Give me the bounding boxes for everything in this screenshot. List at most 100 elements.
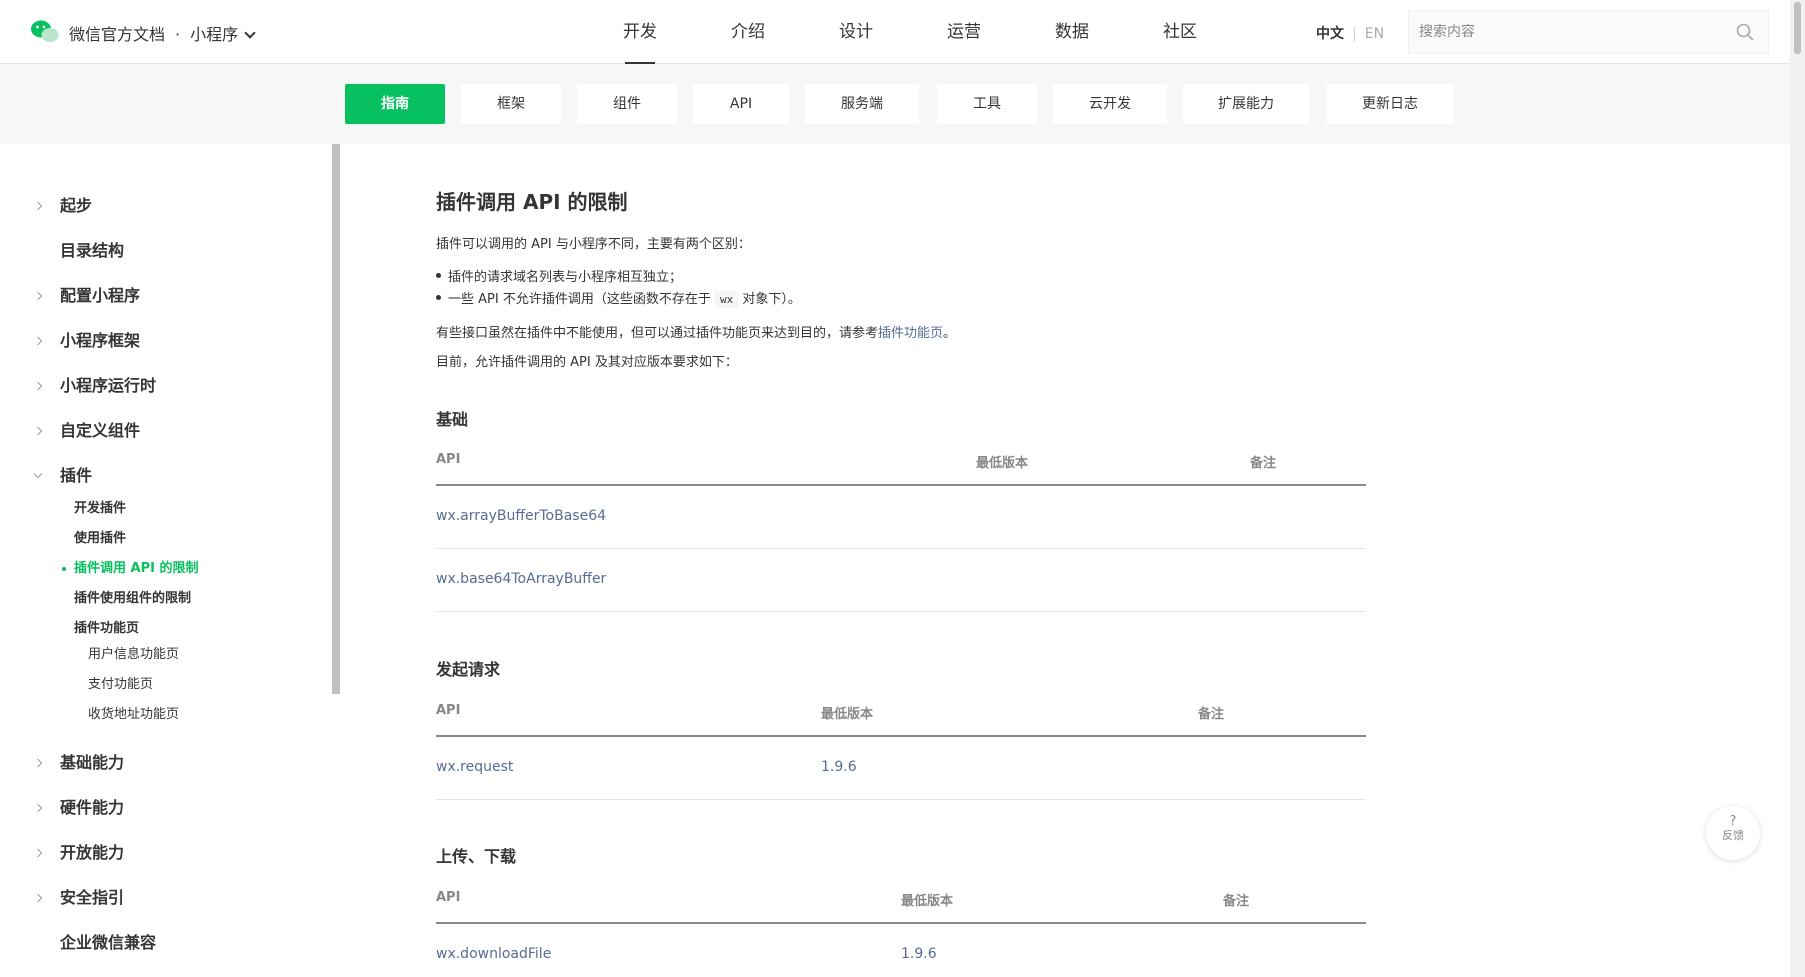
chevron-right-icon [33,893,43,903]
scrollbar-thumb[interactable] [1794,2,1801,54]
chevron-right-icon [33,201,43,211]
api-link[interactable]: wx.base64ToArrayBuffer [436,571,606,587]
search-box [1408,10,1769,54]
api-table-request: API 最低版本 备注 wx.request 1.9.6 [436,685,1366,800]
bullet-text: 对象下）。 [742,292,801,307]
table-header: API 最低版本 备注 [436,685,1366,737]
sidebar-sub-use-plugin[interactable]: 使用插件 [74,529,126,549]
brand-name[interactable]: 微信官方文档 [69,25,165,44]
column-header-api: API [436,890,461,905]
language-switch: 中文 | EN [1316,23,1384,43]
sidebar-sub-address-page[interactable]: 收货地址功能页 [88,705,179,725]
min-version: 1.9.6 [901,946,937,962]
tab-guide[interactable]: 指南 [345,84,445,124]
sidebar-scrollbar[interactable] [332,144,340,694]
tab-framework[interactable]: 框架 [461,84,561,124]
brand-title[interactable]: 微信官方文档 · 小程序 [69,21,256,45]
tab-changelog[interactable]: 更新日志 [1326,84,1454,124]
tab-api[interactable]: API [693,84,789,124]
column-header-api: API [436,703,461,718]
lang-separator: | [1352,26,1357,42]
question-icon: ? [1729,814,1737,829]
min-version: 1.9.6 [821,759,857,775]
search-icon[interactable] [1736,23,1754,41]
bullet-text: 一些 API 不允许插件调用（这些函数不存在于 [448,292,711,307]
sidebar-sub-userinfo-page[interactable]: 用户信息功能页 [88,645,179,665]
tab-server[interactable]: 服务端 [805,84,919,124]
api-link[interactable]: wx.downloadFile [436,946,551,962]
chevron-down-icon[interactable] [244,27,256,39]
column-header-version: 最低版本 [901,894,954,909]
wechat-logo-icon[interactable] [30,19,60,45]
chevron-right-icon [33,758,43,768]
tab-extensions[interactable]: 扩展能力 [1183,84,1309,124]
sidebar-sub-api-limits[interactable]: 插件调用 API 的限制 [61,559,198,579]
sidebar-item-label: 基础能力 [60,753,125,772]
chevron-right-icon [33,426,43,436]
top-nav-intro[interactable]: 介绍 [694,0,802,64]
table-header: API 最低版本 备注 [436,872,1366,924]
top-nav: 开发 介绍 设计 运营 数据 社区 [586,0,1234,64]
sidebar-item-label: 企业微信兼容 [60,933,157,952]
product-selector[interactable]: 小程序 [190,25,238,44]
sidebar-sub-component-limits[interactable]: 插件使用组件的限制 [74,589,191,609]
chevron-right-icon [33,381,43,391]
sidebar-sub-payment-page[interactable]: 支付功能页 [88,675,153,695]
paragraph-text: 。 [943,326,957,341]
api-table-upload: API 最低版本 备注 wx.downloadFile 1.9.6 [436,872,1366,977]
column-header-note: 备注 [1198,707,1225,722]
sidebar-sub-develop-plugin[interactable]: 开发插件 [74,499,126,519]
table-row: wx.base64ToArrayBuffer [436,549,1366,612]
paragraph-text: 有些接口虽然在插件中不能使用，但可以通过插件功能页来达到目的，请参考 [436,326,879,341]
section-heading-upload: 上传、下载 [436,847,517,866]
brand-dot: · [175,25,181,44]
column-header-version: 最低版本 [976,456,1029,471]
table-row: wx.downloadFile 1.9.6 [436,924,1366,977]
chevron-right-icon [33,291,43,301]
top-nav-data[interactable]: 数据 [1018,0,1126,64]
search-input[interactable] [1409,11,1719,53]
tab-components[interactable]: 组件 [577,84,677,124]
api-table-basic: API 最低版本 备注 wx.arrayBufferToBase64 wx.ba… [436,434,1366,612]
column-header-note: 备注 [1250,456,1277,471]
feature-page-link[interactable]: 插件功能页 [878,326,943,341]
page-scrollbar[interactable] [1790,0,1805,977]
sidebar-item-label: 配置小程序 [60,286,141,305]
column-header-note: 备注 [1223,894,1250,909]
lang-en[interactable]: EN [1365,26,1384,42]
chevron-down-icon [33,469,43,479]
column-header-api: API [436,452,461,467]
sidebar-item-label: 起步 [60,196,93,215]
tab-tools[interactable]: 工具 [937,84,1037,124]
top-nav-operate[interactable]: 运营 [910,0,1018,64]
top-header: 微信官方文档 · 小程序 开发 介绍 设计 运营 数据 社区 中文 | EN [0,0,1790,64]
chevron-right-icon [33,336,43,346]
sidebar: 起步 目录结构 配置小程序 小程序框架 小程序运行时 自定义组件 插件 开发插件… [0,144,340,977]
section-heading-request: 发起请求 [436,660,501,679]
top-nav-design[interactable]: 设计 [802,0,910,64]
chevron-right-icon [33,803,43,813]
version-paragraph: 目前，允许插件调用的 API 及其对应版本要求如下： [436,355,738,370]
lang-zh[interactable]: 中文 [1316,26,1344,42]
feedback-button[interactable]: ? 反馈 [1706,806,1760,860]
table-row: wx.arrayBufferToBase64 [436,486,1366,549]
api-link[interactable]: wx.arrayBufferToBase64 [436,508,606,524]
api-link[interactable]: wx.request [436,759,513,775]
inline-code: wx [714,291,739,308]
feature-page-paragraph: 有些接口虽然在插件中不能使用，但可以通过插件功能页来达到目的，请参考插件功能页。 [436,322,956,341]
top-nav-community[interactable]: 社区 [1126,0,1234,64]
section-heading-basic: 基础 [436,410,469,429]
sidebar-item-label: 小程序运行时 [60,376,157,395]
sidebar-item-label: 自定义组件 [60,421,141,440]
chevron-right-icon [33,848,43,858]
table-header: API 最低版本 备注 [436,434,1366,486]
tab-cloud[interactable]: 云开发 [1053,84,1167,124]
list-item: 一些 API 不允许插件调用（这些函数不存在于 wx 对象下）。 [436,288,801,308]
sidebar-sub-feature-page[interactable]: 插件功能页 [74,619,139,639]
sidebar-item-label: 开放能力 [60,843,125,862]
sidebar-item-label: 安全指引 [60,888,125,907]
top-nav-dev[interactable]: 开发 [586,0,694,64]
intro-paragraph: 插件可以调用的 API 与小程序不同，主要有两个区别： [436,237,751,252]
column-header-version: 最低版本 [821,707,874,722]
page-title: 插件调用 API 的限制 [436,190,628,214]
